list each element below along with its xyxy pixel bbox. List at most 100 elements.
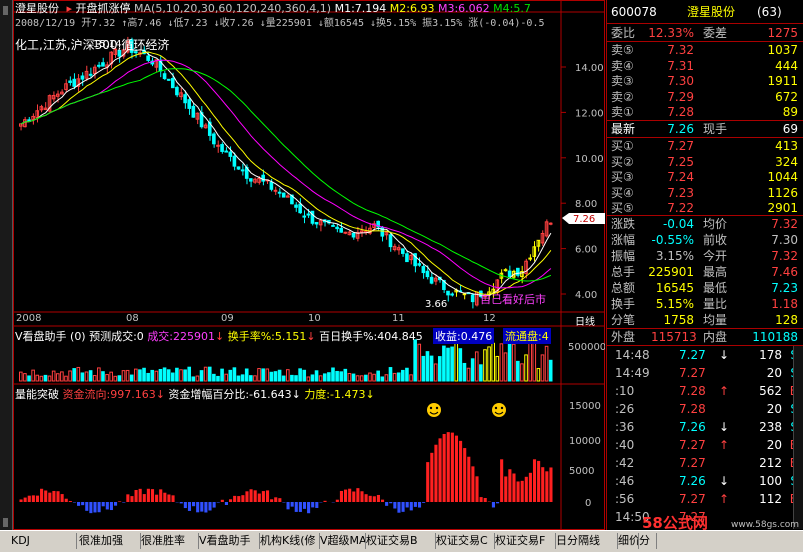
left-scroll-strip[interactable] xyxy=(0,0,13,530)
stat-label: 最高 xyxy=(703,265,728,279)
indicator-tab[interactable]: 权证交易C xyxy=(433,533,495,549)
tick-price: 7.27 xyxy=(679,492,706,506)
chart-area[interactable]: 14.00 12.00 10.00 8.00 6.00 4.00 7.26 15.14 3… xyxy=(13,0,606,530)
indicator-tab[interactable]: 权证交易B xyxy=(363,533,436,549)
indicator-tab[interactable]: 机构K线(修 xyxy=(257,533,320,549)
price-tick-label: 8.00 xyxy=(575,199,597,210)
candle-body xyxy=(72,78,77,87)
quote-header: 600078 澄星股份 (63) xyxy=(607,4,803,20)
stat-label: 均价 xyxy=(703,217,728,231)
candle-body xyxy=(166,78,171,81)
tick-row[interactable]: :427.27212B xyxy=(607,454,803,472)
candle-body xyxy=(306,213,311,216)
tick-row[interactable]: :407.27↑20B xyxy=(607,436,803,454)
tick-volume: 238 xyxy=(759,420,782,434)
price-tick-label: 10.00 xyxy=(575,154,604,165)
inner-label: 内盘 xyxy=(703,330,728,344)
volume-bar xyxy=(166,369,171,382)
candle-body xyxy=(281,192,286,198)
volume-bar xyxy=(450,346,454,382)
stat-value: 7.30 xyxy=(771,233,798,247)
bid-label: 买⑤ xyxy=(611,201,634,216)
bid-row[interactable]: 买③ 7.24 1044 xyxy=(607,169,803,185)
volume-bar xyxy=(113,375,118,382)
tick-row[interactable]: :467.26↓100S xyxy=(607,472,803,490)
indicator-tab[interactable]: 分 xyxy=(636,533,657,549)
bid-row[interactable]: 买④ 7.23 1126 xyxy=(607,185,803,201)
tick-time: :26 xyxy=(615,402,635,416)
indicator-tab[interactable]: 很准胜率 xyxy=(138,533,199,549)
stat-value: -0.04 xyxy=(662,217,694,231)
volume-panel-header: V看盘助手 (0) 预测成交:0 成交:225901↓ 换手率%:5.151↓ … xyxy=(15,328,551,344)
volume-bar xyxy=(35,374,40,382)
tick-row[interactable]: :367.26↓238S xyxy=(607,418,803,436)
outer-label: 外盘 xyxy=(611,330,636,344)
candle-body xyxy=(294,204,298,208)
volume-bar xyxy=(474,351,479,382)
ask-row[interactable]: 卖⑤ 7.32 1037 xyxy=(607,42,803,58)
tick-row[interactable]: 14:497.2720S xyxy=(607,364,803,382)
volume-bar xyxy=(359,375,364,382)
volume-bar xyxy=(109,371,113,382)
indicator-tab[interactable]: V看盘助手 xyxy=(196,533,260,549)
volume-bar xyxy=(142,367,146,382)
candle-body xyxy=(273,189,278,192)
period-label[interactable]: 日线 xyxy=(575,313,595,328)
tick-scrollbar[interactable] xyxy=(793,346,803,529)
tick-arrow-icon: ↓ xyxy=(719,348,730,362)
volume-bar xyxy=(454,340,459,382)
volume-bar xyxy=(19,371,23,382)
ask-price: 7.31 xyxy=(667,58,694,73)
tick-row[interactable]: :107.28↑562B xyxy=(607,382,803,400)
volume-bar xyxy=(355,375,360,382)
ask-row[interactable]: 卖① 7.28 89 xyxy=(607,104,803,120)
indicator-tab[interactable]: V超级MACD xyxy=(317,533,366,549)
volume-bar xyxy=(183,369,187,382)
volume-bar xyxy=(520,363,524,382)
indicator-tab[interactable]: 权证交易F xyxy=(492,533,556,549)
ask-price: 7.30 xyxy=(667,74,694,89)
bid-row[interactable]: 买⑤ 7.22 2901 xyxy=(607,200,803,216)
tick-row[interactable]: :267.2820S xyxy=(607,400,803,418)
volume-bar xyxy=(351,373,356,382)
indicator-tab[interactable]: 很准加强 xyxy=(76,533,141,549)
stat-value: 7.32 xyxy=(771,217,798,231)
ask-row[interactable]: 卖③ 7.30 1911 xyxy=(607,73,803,89)
volume-bar xyxy=(442,345,446,382)
chart-canvas[interactable]: 14.0012.0010.008.006.004.00 7.26 15.14 3… xyxy=(13,0,606,530)
volume-bar xyxy=(51,370,56,382)
tick-price: 7.26 xyxy=(679,474,706,488)
ask-row[interactable]: 卖④ 7.31 444 xyxy=(607,58,803,74)
tick-row[interactable]: 14:487.27↓178S xyxy=(607,346,803,364)
stat-label: 总手 xyxy=(611,265,636,279)
bid-row[interactable]: 买② 7.25 324 xyxy=(607,154,803,170)
volume-bar xyxy=(232,367,237,382)
indicator-tab[interactable]: KDJ xyxy=(8,533,77,549)
strip-nub-icon xyxy=(3,518,8,527)
candle-body xyxy=(187,99,192,109)
weicha-label: 委差 xyxy=(703,26,728,40)
bid-row[interactable]: 买① 7.27 413 xyxy=(607,138,803,154)
candle-body xyxy=(421,266,426,274)
volume-bar xyxy=(39,375,44,382)
tick-row[interactable]: :567.27↑112B xyxy=(607,490,803,508)
volume-bar xyxy=(138,369,142,382)
indicator-tab[interactable]: 日分隔线 xyxy=(553,533,618,549)
volume-bar xyxy=(528,340,532,382)
stat-label: 最低 xyxy=(703,281,728,295)
volume-bar xyxy=(281,375,286,382)
tick-time: 14:48 xyxy=(615,348,650,362)
candle-body xyxy=(470,294,475,303)
hundred-day-value: 百日换手%:404.845 xyxy=(319,330,423,343)
tick-price: 7.28 xyxy=(679,384,706,398)
candle-body xyxy=(335,226,339,230)
volume-bar xyxy=(495,355,500,382)
ask-row[interactable]: 卖② 7.29 672 xyxy=(607,89,803,105)
candle-body xyxy=(191,105,196,118)
volume-bar xyxy=(507,340,512,382)
candle-body xyxy=(228,151,233,157)
candle-body xyxy=(302,215,307,218)
indicator-tab-bar: KDJ很准加强很准胜率V看盘助手机构K线(修V超级MACD权证交易B权证交易C权… xyxy=(0,530,803,552)
volume-bar xyxy=(298,368,302,382)
volume-bar xyxy=(503,352,508,382)
